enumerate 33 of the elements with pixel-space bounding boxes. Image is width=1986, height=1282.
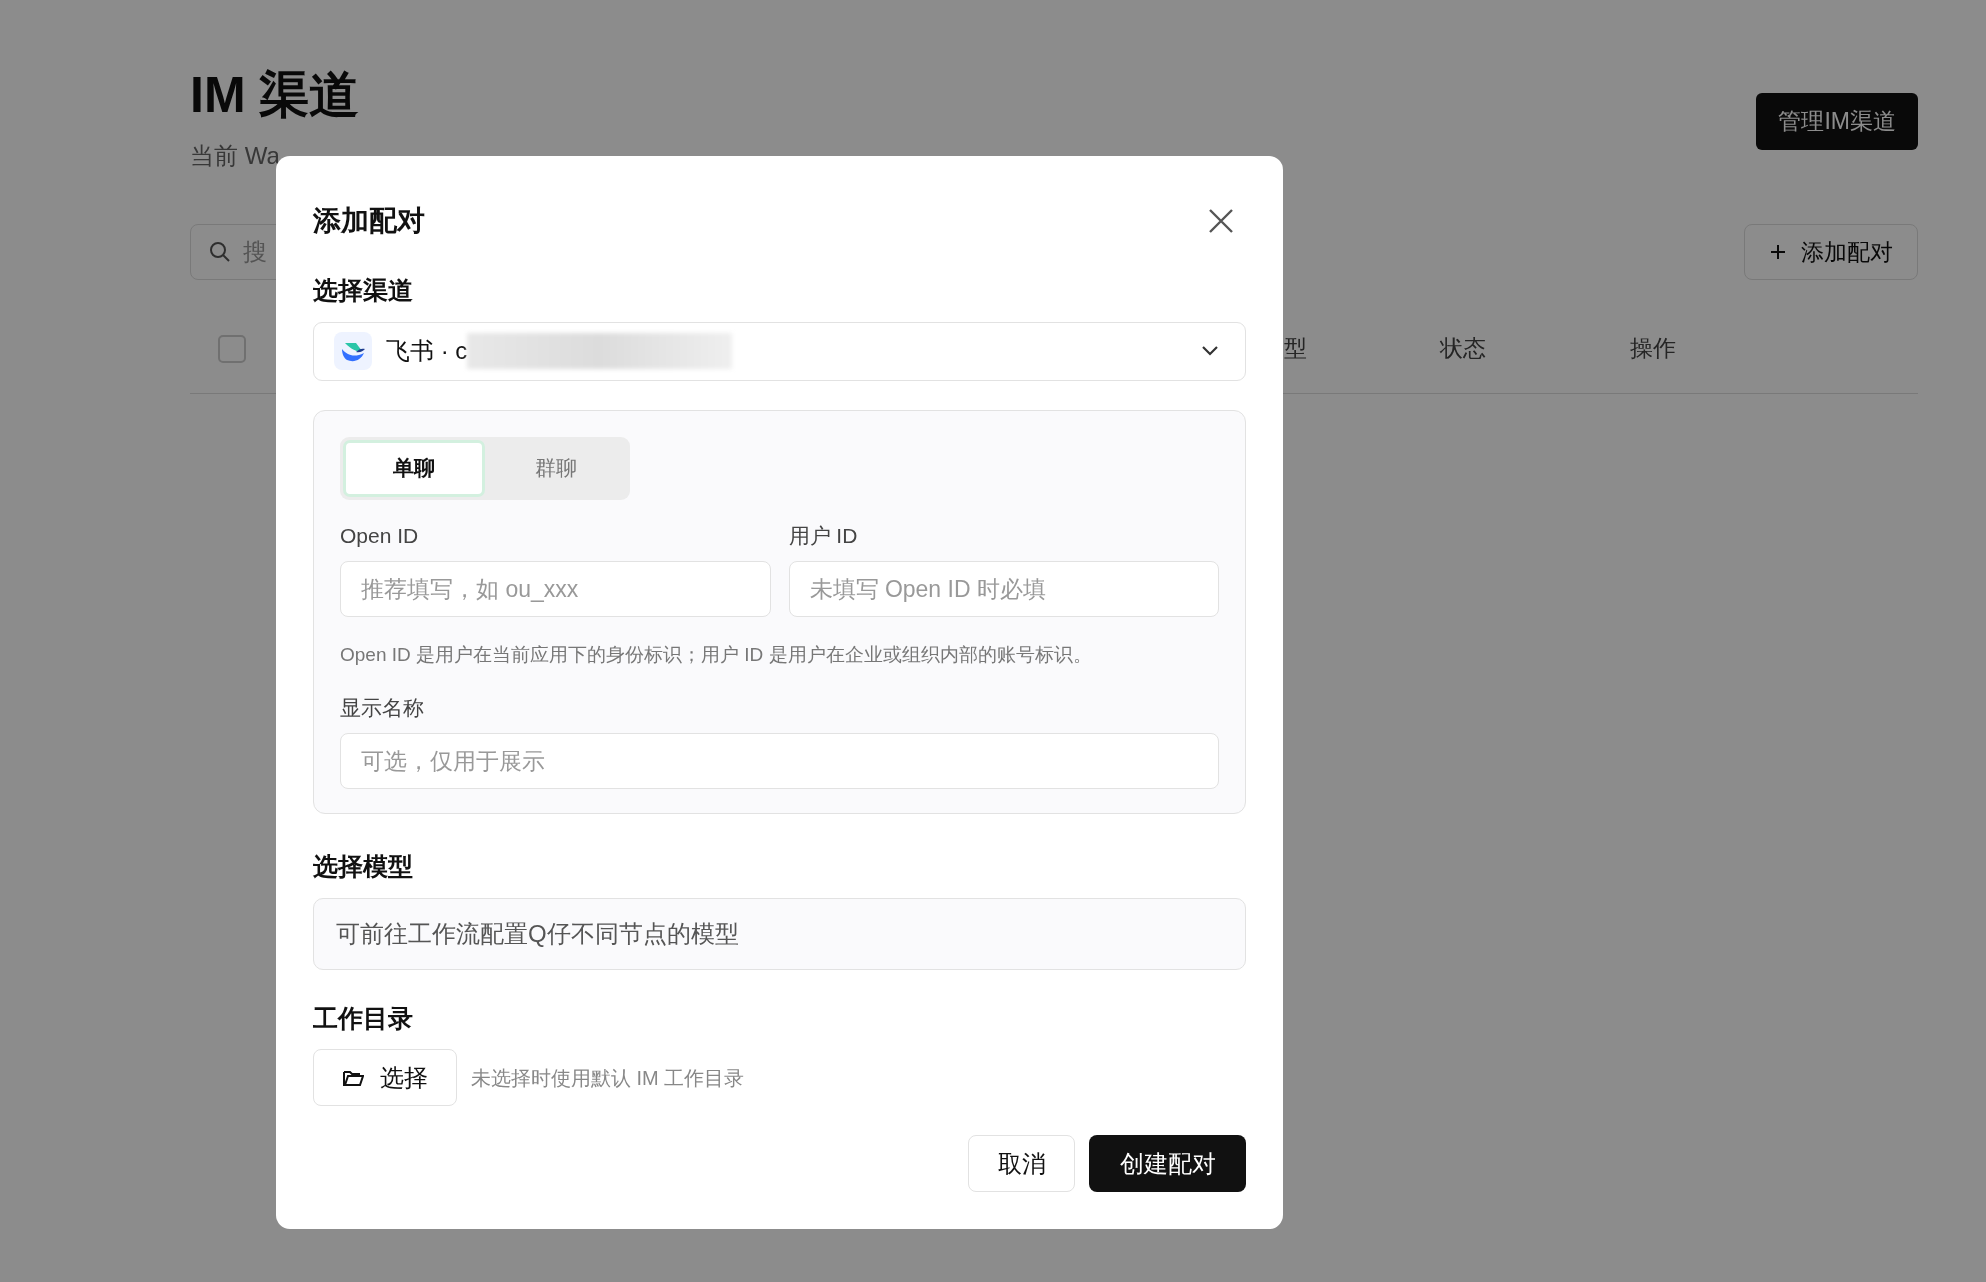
create-pairing-button[interactable]: 创建配对 — [1089, 1135, 1246, 1192]
choose-folder-button[interactable]: 选择 — [313, 1049, 457, 1106]
field-label: 工作目录 — [313, 1002, 414, 1034]
chevron-down-icon — [1201, 345, 1219, 357]
close-icon[interactable] — [1208, 208, 1234, 234]
column-header: 状态 — [1440, 334, 1487, 364]
field-label: 显示名称 — [340, 694, 425, 721]
chat-type-tab[interactable]: 单聊 — [343, 439, 485, 497]
id-input-field[interactable]: 未填写 Open ID 时必填 — [788, 561, 1219, 617]
field-label: 选择渠道 — [313, 275, 414, 306]
page-subtitle: 当前 Wa — [190, 141, 281, 171]
model-info-field: 可前往工作流配置Q仔不同节点的模型 — [313, 897, 1246, 970]
dialog-title: 添加配对 — [313, 204, 425, 238]
cancel-button[interactable]: 取消 — [968, 1135, 1075, 1192]
folder-hint: 未选择时使用默认 IM 工作目录 — [471, 1065, 745, 1091]
add-pairing-button[interactable]: 添加配对 — [1744, 224, 1918, 280]
field-label: 用户 ID — [788, 522, 859, 549]
chat-type-tab[interactable]: 群聊 — [485, 439, 627, 497]
plus-icon — [1769, 243, 1787, 261]
column-header: 型 — [1284, 334, 1308, 364]
bird-logo-icon — [334, 332, 372, 370]
search-icon — [208, 240, 232, 264]
page-title: IM 渠道 — [190, 70, 360, 120]
field-label: 选择模型 — [313, 851, 414, 882]
channel-select[interactable]: 飞书 · c — [313, 321, 1246, 381]
id-input-field[interactable]: 推荐填写，如 ou_xxx — [340, 561, 771, 617]
channel-name: 飞书 · c — [386, 336, 468, 366]
help-text: Open ID 是用户在当前应用下的身份标识；用户 ID 是用户在企业或组织内部的账号标识。 — [340, 643, 1093, 667]
column-header: 操作 — [1630, 334, 1677, 364]
manage-channels-button[interactable]: 管理IM渠道 — [1756, 93, 1918, 150]
field-label: Open ID — [340, 522, 420, 549]
display-name-input-field[interactable]: 可选，仅用于展示 — [340, 733, 1219, 789]
select-all-checkbox[interactable] — [218, 334, 246, 363]
